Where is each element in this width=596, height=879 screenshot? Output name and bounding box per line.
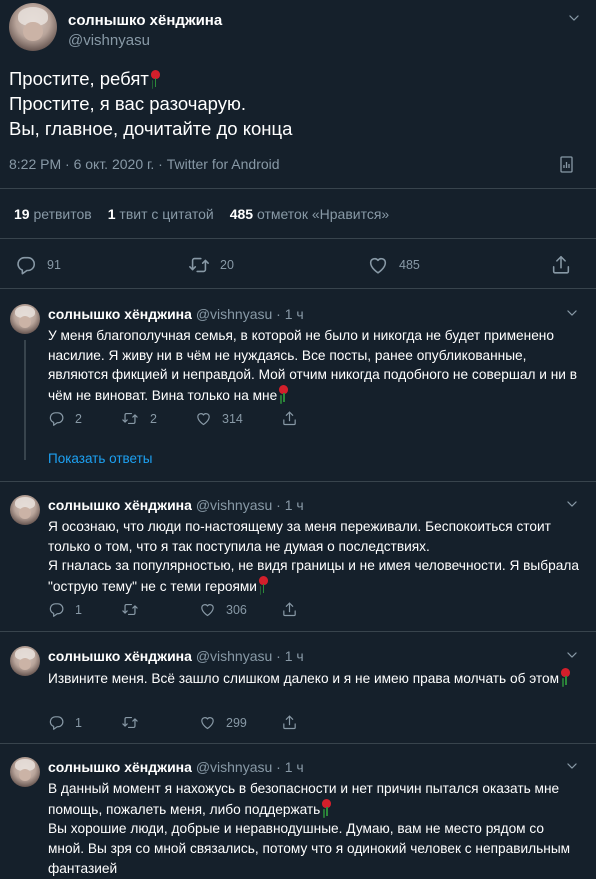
retweet-button[interactable]: 20 bbox=[188, 254, 234, 276]
like-count: 306 bbox=[226, 602, 247, 617]
like-button[interactable]: 485 bbox=[367, 254, 420, 276]
like-button[interactable]: 299 bbox=[199, 714, 247, 731]
thread-line bbox=[24, 340, 26, 460]
avatar[interactable] bbox=[10, 495, 40, 525]
tweet-header: солнышко хёнджина @vishnyasu bbox=[9, 3, 587, 55]
analytics-icon[interactable] bbox=[560, 156, 576, 174]
share-button[interactable] bbox=[550, 254, 572, 276]
author-name[interactable]: солнышко хёнджина bbox=[68, 12, 222, 29]
tweet-text: Простите, ребят Простите, я вас разочару… bbox=[9, 66, 579, 141]
share-icon bbox=[281, 601, 298, 618]
rose-emoji bbox=[560, 668, 571, 685]
chevron-down-icon[interactable] bbox=[565, 306, 579, 320]
retweet-icon bbox=[188, 254, 210, 276]
reply-button[interactable]: 1 bbox=[48, 601, 82, 618]
heart-icon bbox=[195, 410, 212, 427]
author-handle[interactable]: @vishnyasu bbox=[68, 32, 150, 49]
reply-text: Извините меня. Всё зашло слишком далеко … bbox=[48, 668, 583, 689]
quotes-stat[interactable]: 1 твит с цитатой bbox=[108, 206, 214, 222]
show-replies-link[interactable]: Показать ответы bbox=[48, 451, 153, 466]
rose-emoji bbox=[258, 576, 269, 594]
heart-icon bbox=[199, 714, 216, 731]
rose-emoji bbox=[278, 385, 289, 403]
retweets-stat[interactable]: 19 ретвитов bbox=[14, 206, 92, 222]
avatar[interactable] bbox=[10, 304, 40, 334]
reply-header: солнышко хёнджина @vishnyasu · 1 ч bbox=[48, 497, 304, 513]
reply-button[interactable]: 2 bbox=[48, 410, 82, 427]
reply-count: 1 bbox=[75, 715, 82, 730]
chevron-down-icon[interactable] bbox=[565, 648, 579, 662]
like-count: 299 bbox=[226, 715, 247, 730]
divider bbox=[0, 481, 596, 482]
retweet-button[interactable]: 2 bbox=[120, 410, 157, 427]
share-button[interactable] bbox=[281, 410, 298, 427]
share-icon bbox=[281, 714, 298, 731]
reply-header: солнышко хёнджина @vishnyasu · 1 ч bbox=[48, 648, 304, 664]
like-button[interactable]: 314 bbox=[195, 410, 243, 427]
reply-tweet[interactable]: солнышко хёнджина @vishnyasu · 1 ч В дан… bbox=[0, 757, 596, 879]
divider bbox=[0, 238, 596, 239]
reply-count: 2 bbox=[75, 411, 82, 426]
avatar[interactable] bbox=[10, 646, 40, 676]
reply-icon bbox=[15, 254, 37, 276]
retweet-icon bbox=[120, 410, 140, 427]
share-button[interactable] bbox=[281, 714, 298, 731]
like-count: 485 bbox=[399, 258, 420, 272]
reply-icon bbox=[48, 714, 65, 731]
author-handle[interactable]: @vishnyasu · 1 ч bbox=[196, 759, 304, 775]
chevron-down-icon[interactable] bbox=[565, 759, 579, 773]
divider bbox=[0, 631, 596, 632]
avatar[interactable] bbox=[10, 757, 40, 787]
reply-count: 91 bbox=[47, 258, 61, 272]
tweet-line: Простите, ребят bbox=[9, 68, 149, 89]
tweet-line: Простите, я вас разочарую. bbox=[9, 93, 247, 114]
author-handle[interactable]: @vishnyasu · 1 ч bbox=[196, 497, 304, 513]
heart-icon bbox=[367, 254, 389, 276]
tweet-line: Вы, главное, дочитайте до конца bbox=[9, 118, 293, 139]
heart-icon bbox=[199, 601, 216, 618]
tweet-meta[interactable]: 8:22 PM · 6 окт. 2020 г. · Twitter for A… bbox=[9, 156, 280, 172]
like-count: 314 bbox=[222, 411, 243, 426]
reply-button[interactable]: 1 bbox=[48, 714, 82, 731]
reply-text: Я осознаю, что люди по-настоящему за мен… bbox=[48, 519, 579, 595]
divider bbox=[0, 743, 596, 744]
avatar[interactable] bbox=[9, 3, 57, 51]
retweet-button[interactable] bbox=[120, 601, 140, 618]
share-button[interactable] bbox=[281, 601, 298, 618]
divider bbox=[0, 288, 596, 289]
reply-tweet[interactable]: солнышко хёнджина @vishnyasu · 1 ч Я осо… bbox=[0, 495, 596, 630]
divider bbox=[0, 188, 596, 189]
retweet-count: 2 bbox=[150, 411, 157, 426]
chevron-down-icon[interactable] bbox=[565, 497, 579, 511]
author-name[interactable]: солнышко хёнджина bbox=[48, 759, 192, 775]
share-icon bbox=[281, 410, 298, 427]
tweet-stats: 19 ретвитов 1 твит с цитатой 485 отметок «… bbox=[14, 206, 389, 222]
retweet-icon bbox=[120, 601, 140, 618]
reply-text: У меня благополучная семья, в которой не… bbox=[48, 328, 577, 404]
author-name[interactable]: солнышко хёнджина bbox=[48, 648, 192, 664]
reply-tweet[interactable]: солнышко хёнджина @vishnyasu · 1 ч Извин… bbox=[0, 646, 596, 741]
rose-emoji bbox=[321, 798, 332, 816]
reply-count: 1 bbox=[75, 602, 82, 617]
share-icon bbox=[550, 254, 572, 276]
retweet-icon bbox=[120, 714, 140, 731]
author-name[interactable]: солнышко хёнджина bbox=[48, 497, 192, 513]
reply-header: солнышко хёнджина @vishnyasu · 1 ч bbox=[48, 759, 304, 775]
reply-icon bbox=[48, 410, 65, 427]
author-name[interactable]: солнышко хёнджина bbox=[48, 306, 192, 322]
author-handle[interactable]: @vishnyasu · 1 ч bbox=[196, 306, 304, 322]
rose-emoji bbox=[150, 70, 161, 87]
retweet-button[interactable] bbox=[120, 714, 140, 731]
reply-header: солнышко хёнджина @vishnyasu · 1 ч bbox=[48, 306, 304, 322]
likes-stat[interactable]: 485 отметок «Нравится» bbox=[230, 206, 390, 222]
author-handle[interactable]: @vishnyasu · 1 ч bbox=[196, 648, 304, 664]
reply-button[interactable]: 91 bbox=[15, 254, 61, 276]
chevron-down-icon[interactable] bbox=[567, 11, 581, 25]
reply-icon bbox=[48, 601, 65, 618]
reply-text: В данный момент я нахожусь в безопасност… bbox=[48, 781, 571, 876]
like-button[interactable]: 306 bbox=[199, 601, 247, 618]
retweet-count: 20 bbox=[220, 258, 234, 272]
